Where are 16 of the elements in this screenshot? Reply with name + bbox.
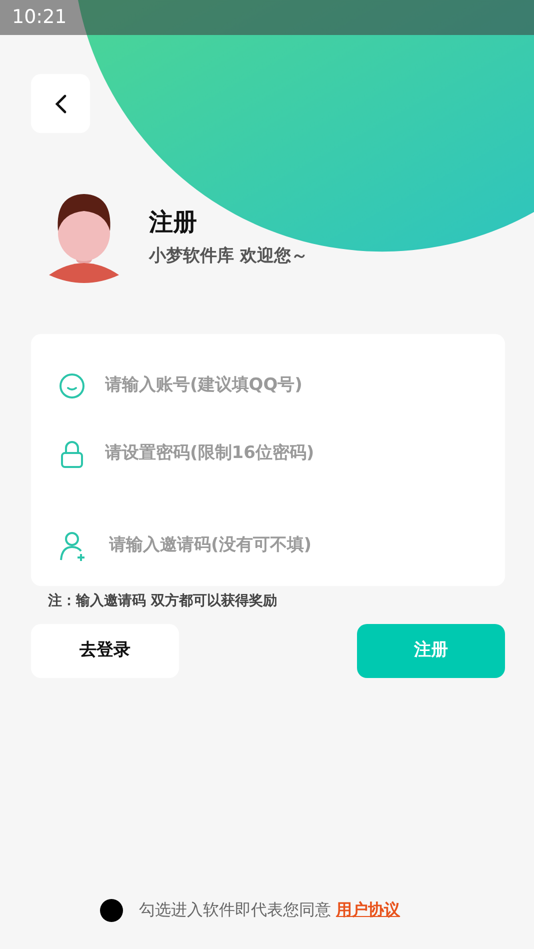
agree-checkbox[interactable] [100,898,123,922]
login-button[interactable]: 去登录 [31,624,179,678]
avatar-icon [47,191,121,283]
register-button[interactable]: 注册 [357,624,505,678]
account-field[interactable]: 请输入账号(建议填QQ号) [103,372,481,400]
invite-code-field[interactable]: 请输入邀请码(没有可不填) [107,532,481,560]
invite-note: 注：输入邀请码 双方都可以获得奖励 [48,592,278,611]
password-field[interactable]: 请设置密码(限制16位密码) [103,440,481,468]
lock-icon [59,440,85,468]
user-agreement-link[interactable]: 用户协议 [336,900,400,919]
status-time: 10:21 [12,6,67,28]
agreement-text: 勾选进入软件即代表您同意 用户协议 [138,899,400,921]
back-icon [54,92,68,114]
smiley-icon [59,373,85,399]
welcome-subtitle: 小梦软件库 欢迎您～ [149,245,308,268]
page-title: 注册 [149,207,198,238]
